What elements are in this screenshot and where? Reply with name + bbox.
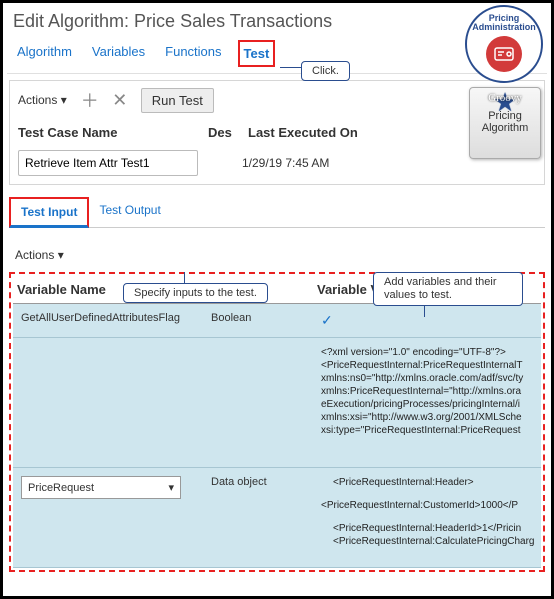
add-icon[interactable]: ＋ — [81, 87, 99, 113]
col-header-des: Des — [208, 125, 248, 140]
var-type-cell — [207, 344, 317, 348]
test-case-name-input[interactable] — [18, 150, 198, 176]
variable-name-select[interactable]: PriceRequest ▾ — [21, 476, 181, 499]
app-frame: Pricing Administration ★ Groovy Pricing … — [0, 0, 554, 599]
col-header-name: Test Case Name — [18, 125, 208, 140]
test-case-header-row: Test Case Name Des Last Executed On — [16, 119, 538, 148]
var-name-cell — [17, 344, 207, 348]
subtab-underline — [171, 197, 545, 228]
variable-row[interactable]: PriceRequest ▾ Data object <PriceRequest… — [13, 468, 541, 568]
sub-tab-strip: Test Input Test Output — [9, 197, 545, 228]
badge-square-line1: Pricing — [488, 110, 522, 122]
tab-test[interactable]: Test — [238, 40, 276, 67]
tab-algorithm[interactable]: Algorithm — [13, 40, 76, 67]
select-value: PriceRequest — [28, 482, 94, 494]
tab-variables[interactable]: Variables — [88, 40, 149, 67]
caret-down-icon: ▾ — [61, 93, 67, 107]
actions-label-2: Actions — [15, 248, 54, 262]
test-case-row[interactable]: 1/29/19 7:45 AM — [16, 148, 538, 178]
var-value-xml[interactable]: <PriceRequestInternal:Header><PriceReque… — [317, 474, 539, 550]
tab-functions[interactable]: Functions — [161, 40, 225, 67]
subtab-test-input[interactable]: Test Input — [9, 197, 89, 228]
callout-inputs: Specify inputs to the test. — [123, 283, 268, 303]
caret-down-icon: ▾ — [58, 248, 64, 262]
variable-row[interactable]: GetAllUserDefinedAttributesFlag Boolean … — [13, 304, 541, 338]
actions-label: Actions — [18, 93, 57, 107]
caret-down-icon: ▾ — [168, 481, 174, 494]
run-test-button[interactable]: Run Test — [141, 88, 214, 113]
var-name-cell: PriceRequest ▾ — [17, 474, 207, 501]
pricing-algorithm-badge: ★ Groovy Pricing Algorithm — [469, 87, 541, 159]
pricing-admin-icon — [486, 36, 522, 72]
groovy-script-label: Groovy — [470, 92, 540, 104]
actions-menu-button-2[interactable]: Actions ▾ — [13, 246, 66, 264]
delete-icon[interactable]: ✕ — [111, 90, 129, 111]
variable-table-region: Variable Name Data Type Variable Value G… — [9, 272, 545, 572]
var-type-cell: Data object — [207, 474, 317, 490]
actions-menu-button[interactable]: Actions ▾ — [16, 91, 69, 109]
var-value-xml[interactable]: <?xml version="1.0" encoding="UTF-8"?> <… — [317, 344, 537, 439]
callout-click: Click. — [301, 61, 350, 81]
test-input-toolbar: Actions ▾ — [7, 228, 547, 268]
var-name-cell: GetAllUserDefinedAttributesFlag — [17, 310, 207, 326]
subtab-test-output[interactable]: Test Output — [89, 197, 170, 228]
test-cases-panel: Actions ▾ ＋ ✕ Run Test Test Case Name De… — [9, 80, 545, 185]
test-cases-toolbar: Actions ▾ ＋ ✕ Run Test — [16, 87, 538, 119]
badge-square-line2: Algorithm — [482, 122, 528, 134]
check-icon: ✓ — [321, 312, 333, 328]
callout-values: Add variables and their values to test. — [373, 272, 523, 306]
pricing-admin-badge: Pricing Administration — [465, 5, 543, 83]
var-type-cell: Boolean — [207, 310, 317, 326]
badge-circle-line2: Administration — [472, 22, 536, 32]
var-value-cell: ✓ — [317, 310, 537, 331]
variable-row[interactable]: <?xml version="1.0" encoding="UTF-8"?> <… — [13, 338, 541, 468]
